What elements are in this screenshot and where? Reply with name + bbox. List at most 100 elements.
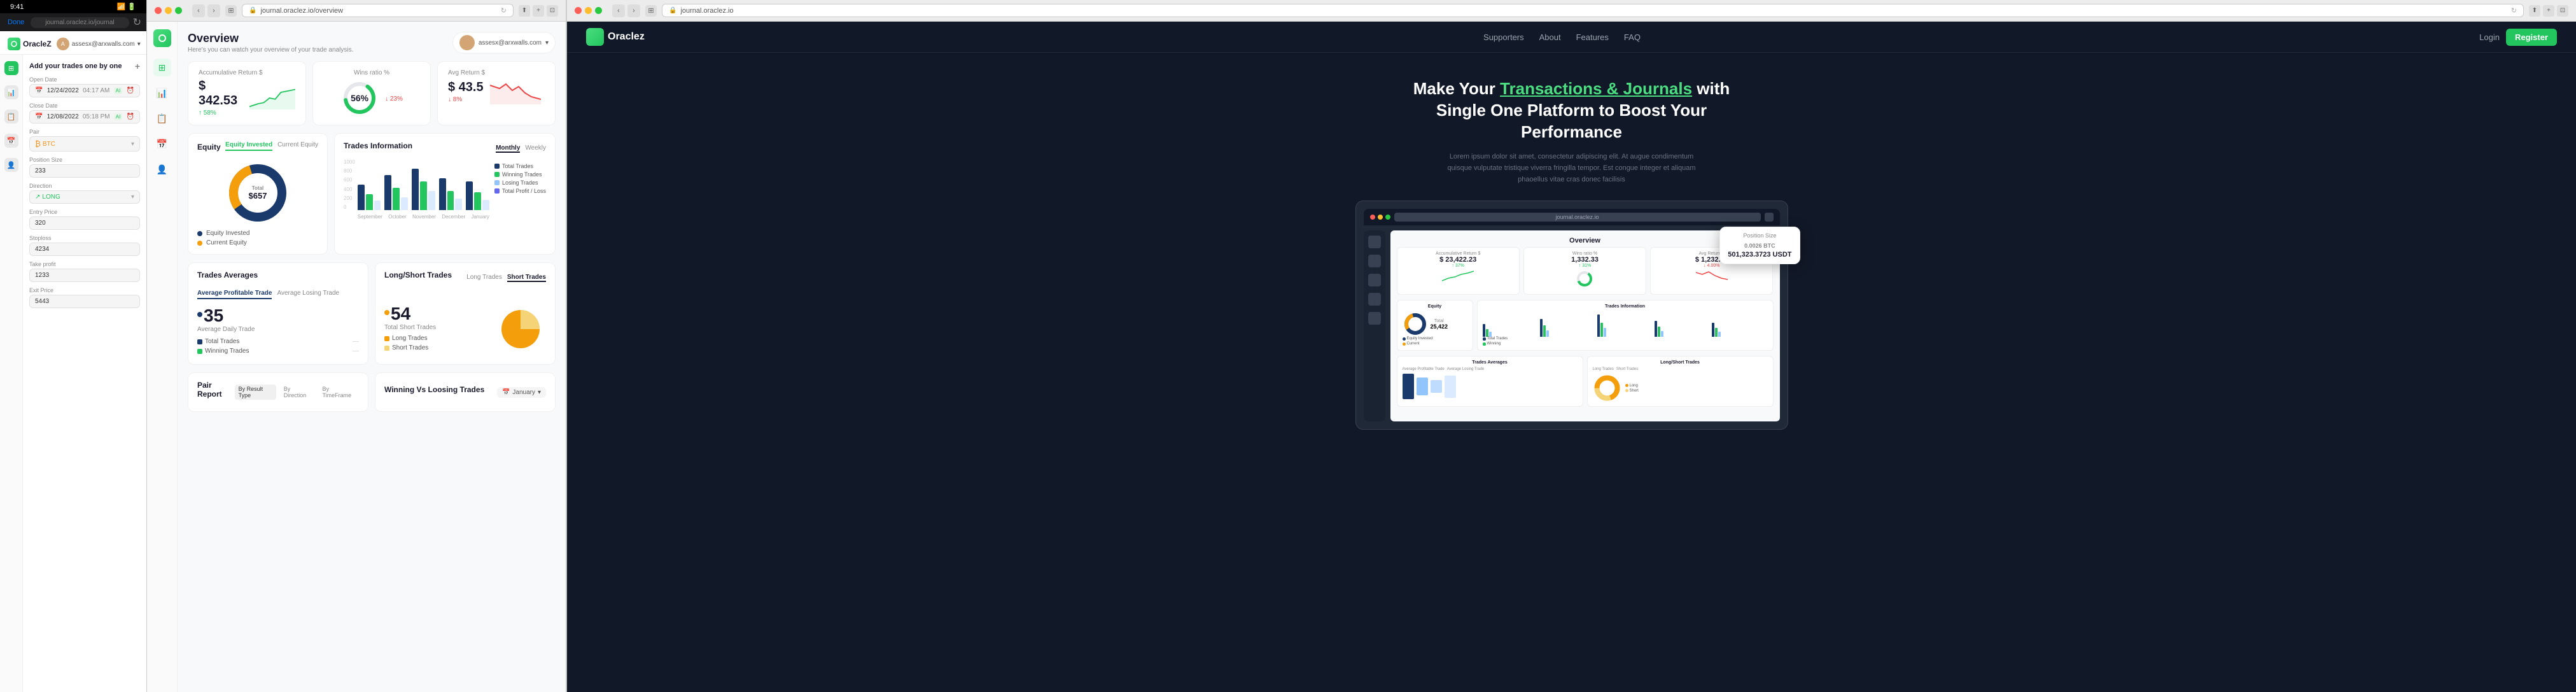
back-button[interactable]: ‹ bbox=[192, 4, 205, 17]
mockup-avg-bar4 bbox=[1445, 376, 1456, 398]
mini-label-invested: Equity Invested bbox=[1407, 337, 1433, 341]
exit-price-input[interactable]: 5443 bbox=[29, 295, 140, 308]
browser-action-buttons: ⬆ + ⊡ bbox=[519, 5, 558, 17]
dot-losing bbox=[494, 180, 500, 185]
maximize-window-btn[interactable] bbox=[175, 7, 182, 14]
mockup-wins-change: ↑ 31% bbox=[1529, 264, 1641, 268]
new-tab-icon[interactable]: + bbox=[533, 5, 544, 17]
open-date-input[interactable]: 📅 12/24/2022 04:17 AM AI ⏰ bbox=[29, 84, 140, 97]
sidebar-item-journal2[interactable]: 📋 bbox=[153, 109, 171, 127]
mockup-long-legend: Long bbox=[1625, 384, 1639, 388]
reload-icon[interactable]: ↻ bbox=[501, 6, 507, 15]
tab-long-trades[interactable]: Long Trades bbox=[466, 274, 502, 282]
chevron-month-icon: ▾ bbox=[538, 389, 541, 396]
mockup-equity-card: Equity Total 25,422 bbox=[1397, 300, 1473, 351]
iphone-done-btn[interactable]: Done bbox=[5, 17, 27, 27]
close-date-input[interactable]: 📅 12/08/2022 05:18 PM AI ⏰ bbox=[29, 110, 140, 124]
equity-title: Equity bbox=[197, 143, 221, 152]
close-window-btn[interactable] bbox=[155, 7, 162, 14]
acc-return-chart bbox=[249, 85, 295, 111]
mini-bar-3 bbox=[1489, 332, 1492, 337]
tab-timeframe[interactable]: By TimeFrame bbox=[319, 385, 360, 400]
entry-price-input[interactable]: 320 bbox=[29, 216, 140, 230]
tab-current-equity[interactable]: Current Equity bbox=[277, 141, 318, 151]
bar-oct-losing bbox=[401, 197, 408, 210]
mockup-overview-header: Overview bbox=[1397, 237, 1774, 244]
accumulative-return-card: Accumulative Return $ $ 342.53 ↑ 58% bbox=[188, 61, 306, 125]
iphone-user-info[interactable]: A assesx@arxwalls.com ▾ bbox=[57, 38, 141, 50]
take-profit-input[interactable]: 1233 bbox=[29, 269, 140, 282]
share-icon[interactable]: ⬆ bbox=[519, 5, 530, 17]
sidebar-item-calendar[interactable]: 📅 bbox=[4, 134, 18, 148]
ps-currency-value: 0.0026 BTC bbox=[1744, 243, 1775, 249]
trend-icon: ↗ bbox=[35, 194, 40, 201]
tab-monthly[interactable]: Monthly bbox=[496, 145, 520, 153]
ls-short-label: Short Trades bbox=[392, 344, 428, 351]
sidebar-item-chart[interactable]: 📊 bbox=[4, 85, 18, 99]
sidebar-item-journal[interactable]: 📋 bbox=[4, 109, 18, 124]
sidebar-item-grid[interactable]: ⊞ bbox=[4, 61, 18, 75]
avg-tabs: Average Profitable Trade Average Losing … bbox=[197, 290, 359, 299]
tab-direction[interactable]: By Direction bbox=[280, 385, 315, 400]
landing-url-bar[interactable]: 🔒 journal.oraclez.io ↻ bbox=[662, 4, 2524, 17]
month-selector[interactable]: 📅 January ▾ bbox=[497, 387, 546, 398]
landing-forward-btn[interactable]: › bbox=[627, 4, 640, 17]
forward-button[interactable]: › bbox=[207, 4, 220, 17]
mini-bar-4 bbox=[1540, 319, 1543, 337]
landing-back-btn[interactable]: ‹ bbox=[612, 4, 625, 17]
mockup-mini-bars bbox=[1483, 311, 1768, 337]
month-dec: December bbox=[442, 214, 465, 220]
exit-price-field: Exit Price 5443 bbox=[29, 287, 140, 308]
position-size-input[interactable]: 233 bbox=[29, 164, 140, 178]
sidebar-item-user[interactable]: 👤 bbox=[4, 158, 18, 172]
register-button[interactable]: Register bbox=[2506, 29, 2557, 46]
landing-share-icon[interactable]: ⬆ bbox=[2529, 5, 2540, 17]
header-user-info[interactable]: assesx@arxwalls.com ▾ bbox=[452, 32, 556, 53]
sidebar-item-calendar2[interactable]: 📅 bbox=[153, 135, 171, 153]
avg-legend-total-dash: — bbox=[353, 338, 359, 345]
tab-short-trades[interactable]: Short Trades bbox=[507, 274, 546, 282]
landing-traffic-lights bbox=[575, 7, 602, 14]
tab-losing[interactable]: Average Losing Trade bbox=[277, 290, 339, 299]
mockup-wins-label: Wins ratio % bbox=[1529, 251, 1641, 256]
nav-link-features[interactable]: Features bbox=[1576, 32, 1609, 42]
landing-close-btn[interactable] bbox=[575, 7, 582, 14]
calendar-icon: 📅 bbox=[35, 87, 43, 94]
landing-minimize-btn[interactable] bbox=[585, 7, 592, 14]
tab-result-type[interactable]: By Result Type bbox=[235, 385, 276, 400]
mini-bar-14 bbox=[1715, 328, 1718, 337]
direction-select[interactable]: ↗ LONG ▾ bbox=[29, 190, 140, 204]
bar-chart-area bbox=[358, 159, 489, 210]
bar-jan-total bbox=[466, 181, 473, 210]
landing-extensions-icon[interactable]: ⊡ bbox=[2557, 5, 2568, 17]
stoploss-value: 4234 bbox=[35, 246, 49, 253]
nav-link-faq[interactable]: FAQ bbox=[1624, 32, 1641, 42]
avg-legend-left-winning: Winning Trades bbox=[197, 348, 249, 355]
landing-new-tab-icon[interactable]: + bbox=[2543, 5, 2554, 17]
tab-profitable[interactable]: Average Profitable Trade bbox=[197, 290, 272, 299]
sidebar-item-user2[interactable]: 👤 bbox=[153, 160, 171, 178]
add-icon[interactable]: + bbox=[135, 61, 140, 71]
calendar-icon-2: 📅 bbox=[35, 113, 43, 120]
landing-maximize-btn[interactable] bbox=[595, 7, 602, 14]
sidebar-item-chart2[interactable]: 📊 bbox=[153, 84, 171, 102]
tab-equity-invested[interactable]: Equity Invested bbox=[225, 141, 272, 151]
nav-link-supporters[interactable]: Supporters bbox=[1483, 32, 1524, 42]
extensions-icon[interactable]: ⊡ bbox=[547, 5, 558, 17]
iphone-reload-icon[interactable]: ↻ bbox=[133, 16, 141, 29]
mockup-long-label: Long bbox=[1630, 384, 1638, 388]
minimize-window-btn[interactable] bbox=[165, 7, 172, 14]
login-link[interactable]: Login bbox=[2479, 32, 2500, 42]
iphone-url-bar[interactable]: journal.oraclez.io/journal bbox=[31, 17, 129, 28]
iphone-logo: OracleZ bbox=[8, 38, 52, 50]
stoploss-input[interactable]: 4234 bbox=[29, 243, 140, 256]
mockup-ls-donut bbox=[1593, 374, 1621, 402]
nav-link-about[interactable]: About bbox=[1539, 32, 1561, 42]
pair-select[interactable]: ₿ BTC ▾ bbox=[29, 136, 140, 152]
avg-value: 35 bbox=[204, 306, 223, 326]
dashboard-url-bar[interactable]: 🔒 journal.oraclez.io/overview ↻ bbox=[242, 4, 514, 17]
dot-avg-total bbox=[197, 339, 202, 344]
sidebar-item-overview[interactable]: ⊞ bbox=[153, 59, 171, 76]
landing-reload-icon[interactable]: ↻ bbox=[2511, 6, 2517, 15]
tab-weekly[interactable]: Weekly bbox=[525, 145, 546, 153]
